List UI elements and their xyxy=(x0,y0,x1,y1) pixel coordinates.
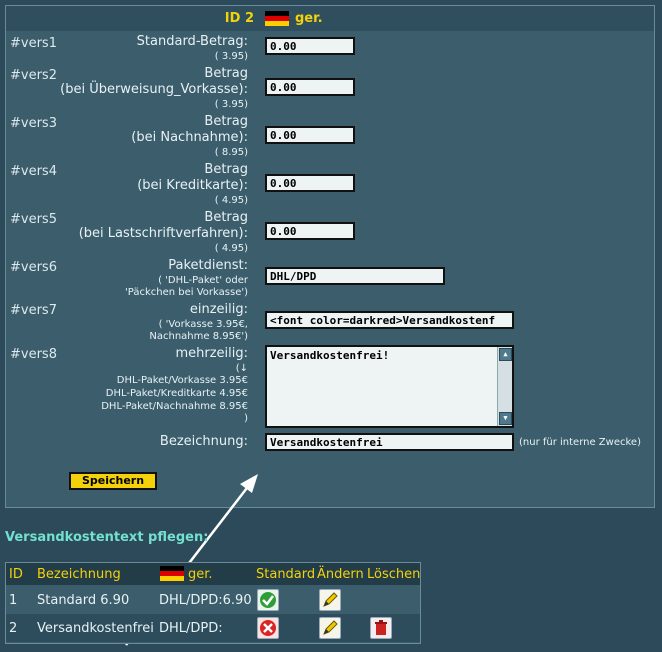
section-title: Versandkostentext pflegen: xyxy=(5,530,209,545)
german-flag-icon xyxy=(160,566,184,581)
table-row: 2 Versandkostenfrei DHL/DPD: xyxy=(6,614,420,642)
table-header: ID Bezeichnung ger. Standard Ändern Lösc… xyxy=(6,563,420,585)
table-row: 1 Standard 6.90 DHL/DPD:6.90 xyxy=(6,586,420,614)
col-header-id: ID xyxy=(9,567,23,582)
versandkosten-table: ID Bezeichnung ger. Standard Ändern Lösc… xyxy=(5,562,421,644)
set-standard-x-icon[interactable] xyxy=(257,617,279,639)
col-header-lang: ger. xyxy=(188,567,213,582)
col-header-name: Bezeichnung xyxy=(37,567,121,582)
edit-pencil-icon[interactable] xyxy=(319,617,341,639)
annotation-arrow-icon xyxy=(125,474,258,646)
col-header-standard: Standard xyxy=(256,567,316,582)
row-name-cell: Standard 6.90 xyxy=(37,593,130,608)
row-lang-cell: DHL/DPD: xyxy=(159,621,223,636)
row-lang-cell: DHL/DPD:6.90 xyxy=(159,593,252,608)
row-name-cell: Versandkostenfrei xyxy=(37,621,154,636)
col-header-delete: Löschen xyxy=(367,567,421,582)
standard-active-check-icon[interactable] xyxy=(257,589,279,611)
delete-trash-icon[interactable] xyxy=(370,617,392,639)
row-id-cell: 2 xyxy=(9,621,18,636)
edit-pencil-icon[interactable] xyxy=(319,589,341,611)
col-header-edit: Ändern xyxy=(317,567,364,582)
row-id-cell: 1 xyxy=(9,593,18,608)
